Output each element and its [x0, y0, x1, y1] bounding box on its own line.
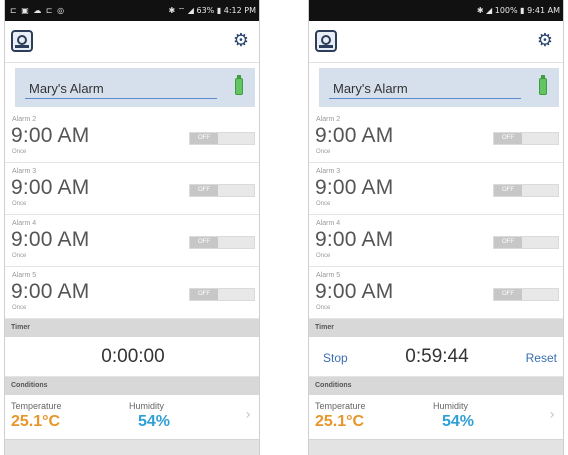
alarm-time[interactable]: 9:00 AM: [315, 124, 393, 148]
alarm-toggle[interactable]: OFF: [189, 132, 255, 145]
alarm-row[interactable]: Alarm 4 9:00 AM Once OFF: [5, 216, 259, 267]
alarm-name-bar: [319, 68, 559, 107]
alarm-row[interactable]: Alarm 5 9:00 AM Once OFF: [309, 268, 563, 319]
alarm-name-input[interactable]: [329, 77, 521, 99]
chevron-right-icon[interactable]: ›: [245, 407, 251, 423]
alarm-name-input[interactable]: [25, 77, 217, 99]
alarm-toggle[interactable]: OFF: [189, 288, 255, 301]
alarm-time[interactable]: 9:00 AM: [11, 280, 89, 304]
alarm-time[interactable]: 9:00 AM: [11, 124, 89, 148]
alarm-toggle[interactable]: OFF: [189, 184, 255, 197]
alarm-time[interactable]: 9:00 AM: [315, 280, 393, 304]
app-bar: ⚙: [5, 21, 259, 63]
alarm-repeat: Once: [12, 305, 27, 311]
gear-icon[interactable]: ⚙: [537, 30, 553, 52]
status-bar: ⊏ ▣ ☁ ⊏ ◎ ✱ ⌔ ◢ 63% ▮ 4:12 PM: [5, 0, 259, 21]
phone-screen-right: ✱ ◢ 100% ▮ 9:41 AM ⚙ Alarm 2 9:00 AM Onc…: [308, 0, 564, 455]
alarm-label: Alarm 5: [12, 272, 37, 279]
alarm-repeat: Once: [316, 149, 331, 155]
alarm-label: Alarm 2: [12, 116, 37, 123]
alarm-name-bar: [15, 68, 255, 107]
toggle-state: OFF: [494, 185, 522, 196]
alarm-time[interactable]: 9:00 AM: [315, 228, 393, 252]
reset-button[interactable]: Reset: [526, 351, 557, 365]
humidity-label: Humidity: [433, 401, 469, 411]
temperature-value: 25.1°C: [315, 413, 365, 430]
temperature-label: Temperature: [315, 401, 366, 411]
toggle-state: OFF: [190, 237, 218, 248]
alarm-row[interactable]: Alarm 3 9:00 AM Once OFF: [5, 164, 259, 215]
toggle-state: OFF: [190, 185, 218, 196]
notification-icons: ⊏ ▣ ☁ ⊏ ◎: [10, 6, 66, 15]
status-icons-and-clock: ✱ ◢ 100% ▮ 9:41 AM: [476, 6, 560, 15]
timer-row[interactable]: Stop 0:59:44 Reset: [309, 337, 563, 377]
bottom-strip: [5, 439, 259, 455]
alarm-repeat: Once: [316, 253, 331, 259]
alarm-row[interactable]: Alarm 4 9:00 AM Once OFF: [309, 216, 563, 267]
alarm-label: Alarm 3: [12, 168, 37, 175]
timer-header: Timer: [309, 319, 563, 337]
app-bar: ⚙: [309, 21, 563, 63]
alarm-toggle[interactable]: OFF: [493, 236, 559, 249]
toggle-state: OFF: [190, 133, 218, 144]
timer-value[interactable]: 0:00:00: [5, 346, 259, 368]
alarm-label: Alarm 4: [12, 220, 37, 227]
alarm-row[interactable]: Alarm 5 9:00 AM Once OFF: [5, 268, 259, 319]
alarm-label: Alarm 4: [316, 220, 341, 227]
alarm-repeat: Once: [12, 149, 27, 155]
conditions-row[interactable]: Temperature 25.1°C Humidity 54% ›: [5, 395, 259, 439]
chevron-right-icon[interactable]: ›: [549, 407, 555, 423]
toggle-state: OFF: [190, 289, 218, 300]
humidity-value: 54%: [138, 413, 171, 430]
conditions-header: Conditions: [5, 377, 259, 395]
alarm-toggle[interactable]: OFF: [189, 236, 255, 249]
battery-icon: [235, 75, 243, 95]
toggle-state: OFF: [494, 237, 522, 248]
humidity-value: 54%: [442, 413, 475, 430]
alarm-toggle[interactable]: OFF: [493, 184, 559, 197]
battery-icon: [539, 75, 547, 95]
alarm-time[interactable]: 9:00 AM: [11, 228, 89, 252]
alarm-label: Alarm 3: [316, 168, 341, 175]
alarm-label: Alarm 5: [316, 272, 341, 279]
temperature-value: 25.1°C: [11, 413, 61, 430]
alarm-time[interactable]: 9:00 AM: [11, 176, 89, 200]
alarm-row[interactable]: Alarm 2 9:00 AM Once OFF: [5, 112, 259, 163]
humidity-label: Humidity: [129, 401, 165, 411]
gear-icon[interactable]: ⚙: [233, 30, 249, 52]
alarm-row[interactable]: Alarm 3 9:00 AM Once OFF: [309, 164, 563, 215]
alarm-repeat: Once: [316, 201, 331, 207]
conditions-row[interactable]: Temperature 25.1°C Humidity 54% ›: [309, 395, 563, 439]
alarm-row[interactable]: Alarm 2 9:00 AM Once OFF: [309, 112, 563, 163]
timer-row[interactable]: 0:00:00: [5, 337, 259, 377]
alarm-repeat: Once: [12, 201, 27, 207]
app-logo-icon[interactable]: [11, 30, 33, 52]
toggle-state: OFF: [494, 289, 522, 300]
status-bar: ✱ ◢ 100% ▮ 9:41 AM: [309, 0, 563, 21]
alarm-repeat: Once: [316, 305, 331, 311]
timer-header: Timer: [5, 319, 259, 337]
toggle-state: OFF: [494, 133, 522, 144]
temperature-label: Temperature: [11, 401, 62, 411]
alarm-toggle[interactable]: OFF: [493, 132, 559, 145]
status-icons-and-clock: ✱ ⌔ ◢ 63% ▮ 4:12 PM: [168, 5, 256, 15]
phone-screen-left: ⊏ ▣ ☁ ⊏ ◎ ✱ ⌔ ◢ 63% ▮ 4:12 PM ⚙ Alarm 2 …: [4, 0, 260, 455]
alarm-repeat: Once: [12, 253, 27, 259]
app-logo-icon[interactable]: [315, 30, 337, 52]
conditions-header: Conditions: [309, 377, 563, 395]
alarm-label: Alarm 2: [316, 116, 341, 123]
alarm-time[interactable]: 9:00 AM: [315, 176, 393, 200]
alarm-toggle[interactable]: OFF: [493, 288, 559, 301]
bottom-strip: [309, 439, 563, 455]
